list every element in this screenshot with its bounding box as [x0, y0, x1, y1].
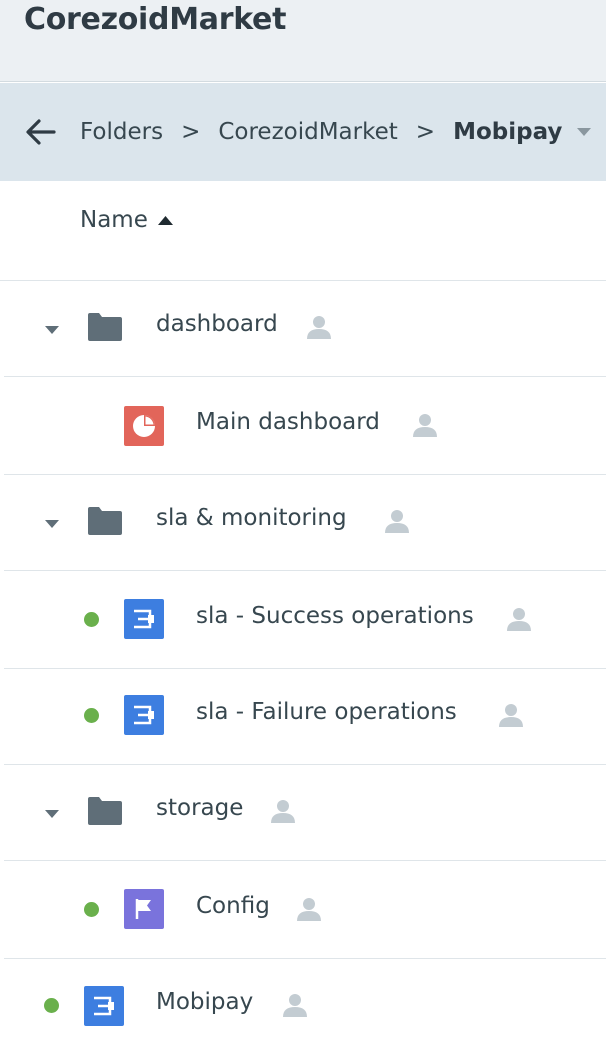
folder-icon — [88, 507, 122, 535]
folder-icon — [88, 313, 122, 341]
user-icon[interactable] — [307, 315, 331, 339]
list-item[interactable]: Main dashboard — [4, 379, 606, 475]
sort-ascending-icon — [157, 215, 173, 225]
process-name: Mobipay — [156, 989, 254, 1015]
breadcrumb-separator: > — [181, 119, 201, 145]
status-active-indicator — [84, 612, 99, 627]
state-diagram-tile — [124, 889, 164, 929]
user-icon[interactable] — [499, 703, 523, 727]
app-title: CorezoidMarket — [24, 2, 287, 37]
breadcrumb-separator: > — [415, 119, 436, 145]
status-active-indicator — [84, 902, 99, 917]
user-icon[interactable] — [385, 509, 409, 533]
folder-name: sla & monitoring — [156, 505, 347, 531]
breadcrumb-current-mobipay[interactable]: Mobipay — [453, 119, 562, 145]
column-name-label: Name — [80, 207, 148, 233]
folder-icon — [88, 797, 122, 825]
sort-by-name[interactable]: Name — [80, 207, 173, 233]
user-icon[interactable] — [271, 799, 295, 823]
process-tile — [84, 986, 124, 1026]
list-item[interactable]: Config — [4, 863, 606, 959]
breadcrumb-folders[interactable]: Folders — [80, 119, 163, 145]
chevron-down-icon[interactable] — [576, 127, 592, 137]
dashboard-tile — [124, 406, 164, 446]
list-item[interactable]: sla & monitoring — [4, 475, 606, 571]
list-item[interactable]: sla - Success operations — [4, 573, 606, 669]
collapse-toggle-icon[interactable] — [44, 519, 60, 529]
app-header: CorezoidMarket — [0, 0, 606, 82]
process-tile — [124, 599, 164, 639]
breadcrumb-corezoidmarket[interactable]: CorezoidMarket — [218, 119, 397, 145]
collapse-toggle-icon[interactable] — [44, 325, 60, 335]
process-name: sla - Success operations — [196, 603, 474, 629]
status-active-indicator — [84, 708, 99, 723]
status-active-indicator — [44, 998, 59, 1013]
flag-icon — [135, 899, 151, 919]
pie-chart-icon — [133, 415, 155, 437]
process-name: sla - Failure operations — [196, 699, 457, 725]
process-icon — [134, 609, 154, 629]
folder-name: storage — [156, 795, 244, 821]
user-icon[interactable] — [283, 993, 307, 1017]
process-tile — [124, 695, 164, 735]
folder-name: dashboard — [156, 311, 278, 337]
process-icon — [134, 705, 154, 725]
state-diagram-name: Config — [196, 893, 270, 919]
list-item[interactable]: storage — [4, 765, 606, 861]
dashboard-name: Main dashboard — [196, 409, 380, 435]
collapse-toggle-icon[interactable] — [44, 809, 60, 819]
list-item[interactable]: Mobipay — [4, 959, 606, 1046]
list-item[interactable]: sla - Failure operations — [4, 669, 606, 765]
user-icon[interactable] — [297, 897, 321, 921]
column-header: Name — [0, 181, 606, 281]
user-icon[interactable] — [507, 607, 531, 631]
list-item[interactable]: dashboard — [4, 281, 606, 377]
user-icon[interactable] — [413, 413, 437, 437]
process-icon — [94, 996, 114, 1016]
back-arrow-icon[interactable] — [24, 117, 56, 147]
breadcrumb: Folders > CorezoidMarket > Mobipay — [0, 83, 606, 181]
